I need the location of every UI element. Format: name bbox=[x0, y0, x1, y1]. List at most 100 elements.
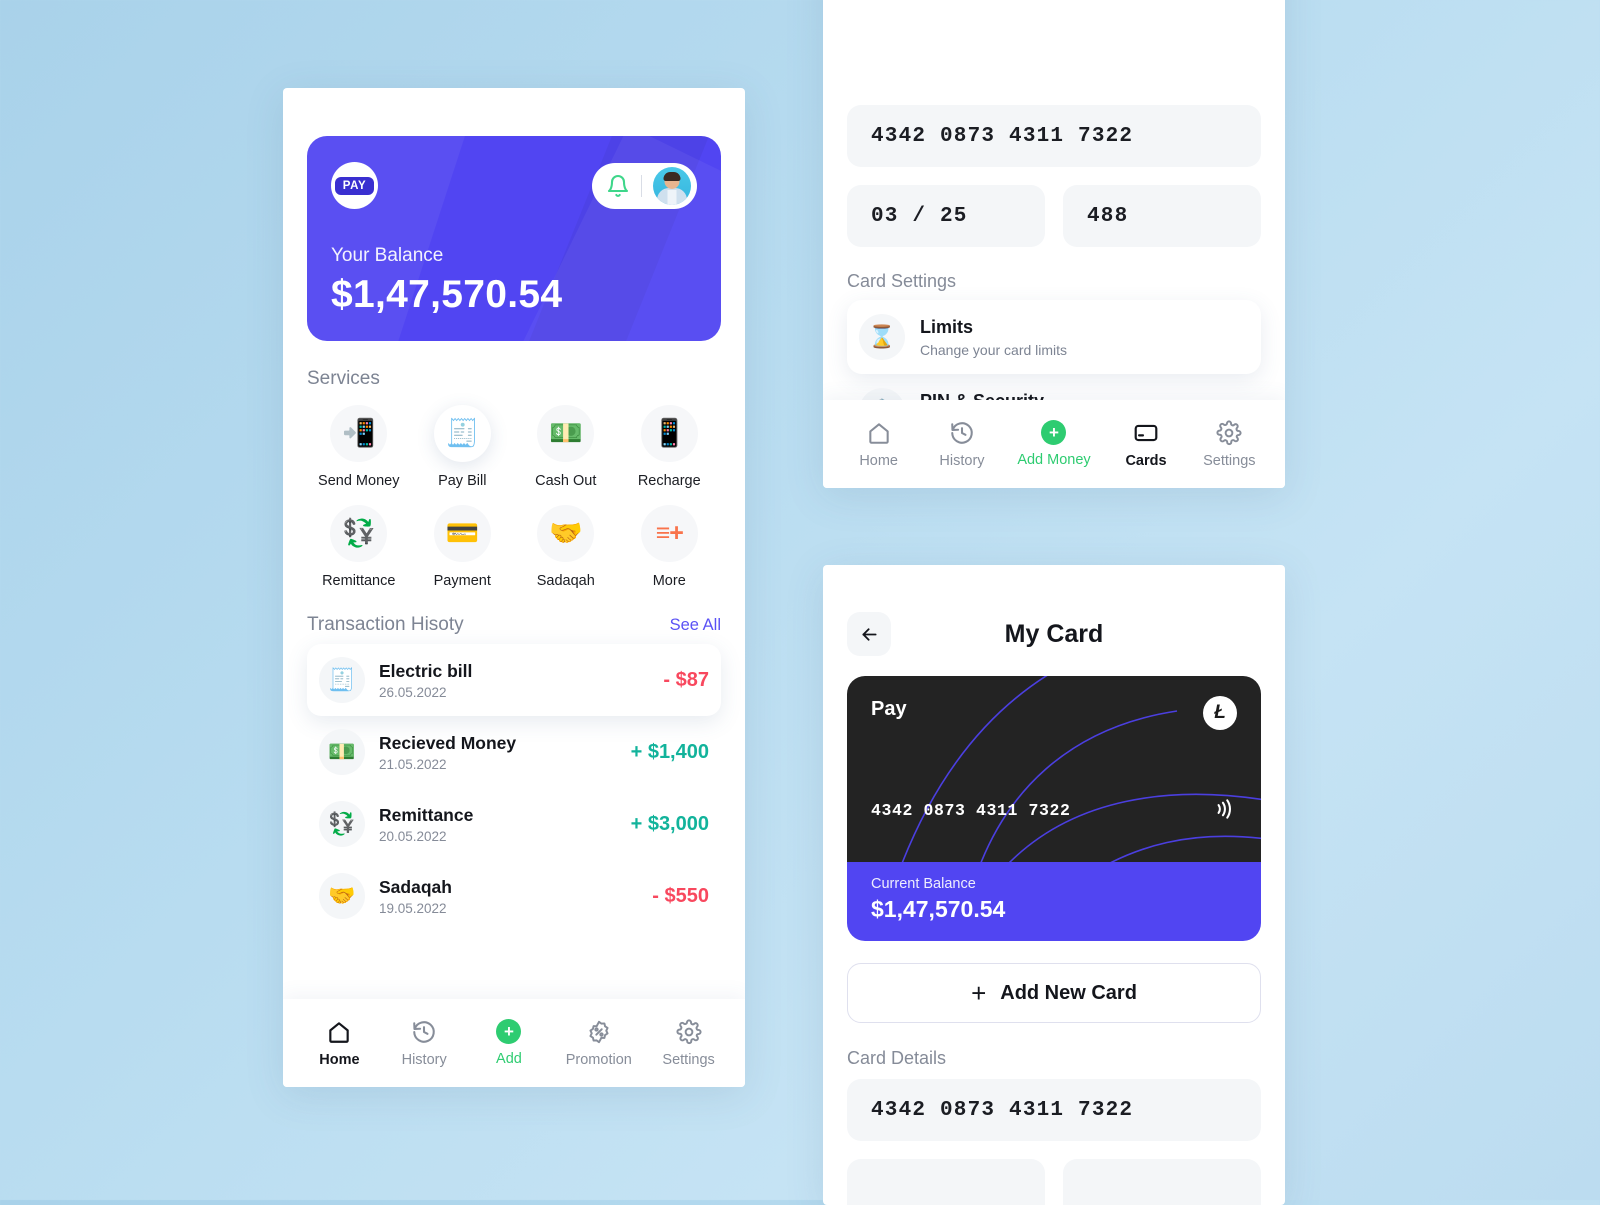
add-new-card-button[interactable]: + Add New Card bbox=[847, 963, 1261, 1023]
card-settings-panel: 4342 0873 4311 7322 03 / 25 488 Card Set… bbox=[823, 0, 1285, 488]
transaction-date: 26.05.2022 bbox=[379, 684, 447, 700]
table-row[interactable]: 💵 Recieved Money 21.05.2022 + $1,400 bbox=[307, 716, 721, 788]
recharge-icon: 📱 bbox=[640, 405, 698, 462]
sadaqah-icon: 🤝 bbox=[319, 873, 365, 919]
nav-label: History bbox=[401, 1051, 447, 1068]
home-icon bbox=[326, 1019, 352, 1045]
services-grid: 📲 Send Money 🧾 Pay Bill 💵 Cash Out 📱 Rec… bbox=[307, 405, 721, 589]
card-icon bbox=[1133, 420, 1159, 446]
cash-out-icon: 💵 bbox=[537, 405, 595, 462]
see-all-link[interactable]: See All bbox=[670, 616, 721, 635]
table-row[interactable]: 🤝 Sadaqah 19.05.2022 - $550 bbox=[307, 860, 721, 932]
transaction-name: Sadaqah bbox=[379, 876, 452, 897]
plus-icon: + bbox=[971, 978, 987, 1008]
service-label: More bbox=[652, 573, 686, 589]
service-more[interactable]: ≡+ More bbox=[618, 505, 722, 589]
service-pay-bill[interactable]: 🧾 Pay Bill bbox=[411, 405, 515, 489]
service-label: Pay Bill bbox=[438, 473, 487, 489]
nav-item-promotion[interactable]: Promotion bbox=[566, 1019, 632, 1068]
service-label: Sadaqah bbox=[536, 573, 595, 589]
transaction-history-title: Transaction Hisoty bbox=[307, 614, 464, 635]
service-remittance[interactable]: 💱 Remittance bbox=[307, 505, 411, 589]
remittance-icon: 💱 bbox=[330, 505, 388, 562]
pay-logo: PAY bbox=[331, 162, 378, 209]
card-logo-icon: Ł bbox=[1203, 696, 1237, 730]
pay-bill-icon: 🧾 bbox=[433, 405, 491, 462]
card-expiry-field[interactable] bbox=[847, 1159, 1045, 1205]
table-row[interactable]: 💱 Remittance 20.05.2022 + $3,000 bbox=[307, 788, 721, 860]
my-card-panel: My Card Pay Ł 4342 0873 4311 7322 Curren… bbox=[823, 565, 1285, 1205]
service-recharge[interactable]: 📱 Recharge bbox=[618, 405, 722, 489]
nav-item-cards[interactable]: Cards bbox=[1118, 420, 1174, 469]
card-expiry-field[interactable]: 03 / 25 bbox=[847, 185, 1045, 247]
nav-label: Add Money bbox=[1017, 452, 1091, 468]
card-number-field[interactable]: 4342 0873 4311 7322 bbox=[847, 1079, 1261, 1141]
contactless-icon bbox=[1211, 796, 1237, 826]
pay-logo-label: PAY bbox=[334, 176, 375, 195]
nav-item-add-money[interactable]: + Add Money bbox=[1017, 420, 1091, 468]
nav-label: Home bbox=[319, 1051, 360, 1068]
card-cvv-field[interactable] bbox=[1063, 1159, 1261, 1205]
nav-item-history[interactable]: History bbox=[396, 1019, 452, 1068]
transaction-list: 🧾 Electric bill 26.05.2022 - $87 💵 Recie… bbox=[307, 644, 721, 932]
nav-label: Cards bbox=[1125, 452, 1167, 469]
service-label: Send Money bbox=[318, 473, 400, 489]
service-label: Recharge bbox=[637, 473, 701, 489]
page-title: My Card bbox=[1004, 619, 1104, 648]
nav-item-home[interactable]: Home bbox=[311, 1019, 367, 1068]
table-row[interactable]: 🧾 Electric bill 26.05.2022 - $87 bbox=[307, 644, 721, 716]
transaction-amount: - $550 bbox=[652, 884, 709, 907]
bell-icon[interactable] bbox=[606, 174, 630, 198]
service-label: Remittance bbox=[322, 573, 396, 589]
settings-item-title: Limits bbox=[920, 316, 974, 337]
gear-icon bbox=[676, 1018, 702, 1045]
back-arrow-icon bbox=[861, 627, 877, 641]
more-glyph: ≡+ bbox=[655, 519, 684, 547]
card-actions-group bbox=[592, 162, 697, 209]
card-brand-label: Pay bbox=[871, 698, 907, 720]
service-cash-out[interactable]: 💵 Cash Out bbox=[514, 405, 618, 489]
nav-item-history[interactable]: History bbox=[934, 420, 990, 469]
nav-label: Promotion bbox=[565, 1051, 632, 1068]
service-label: Cash Out bbox=[535, 473, 597, 489]
service-label: Payment bbox=[433, 573, 491, 589]
history-icon bbox=[949, 420, 975, 446]
card-balance-label: Current Balance bbox=[871, 876, 976, 892]
transaction-name: Electric bill bbox=[379, 660, 473, 681]
history-icon bbox=[411, 1019, 437, 1045]
home-icon bbox=[866, 420, 892, 446]
nav-label: Home bbox=[859, 452, 898, 469]
avatar[interactable] bbox=[653, 166, 691, 205]
plus-icon: + bbox=[1041, 420, 1067, 445]
nav-item-home[interactable]: Home bbox=[851, 420, 907, 469]
sadaqah-icon: 🤝 bbox=[537, 505, 595, 562]
transaction-name: Recieved Money bbox=[379, 732, 517, 753]
nav-label: Add bbox=[496, 1051, 522, 1067]
services-title: Services bbox=[307, 368, 380, 389]
settings-item-limits[interactable]: ⌛ Limits Change your card limits bbox=[847, 300, 1261, 374]
more-icon: ≡+ bbox=[640, 505, 698, 562]
nav-label: Settings bbox=[1203, 452, 1256, 469]
balance-label: Your Balance bbox=[331, 245, 444, 266]
card-settings-label: Card Settings bbox=[847, 271, 957, 291]
settings-item-subtitle: Change your card limits bbox=[920, 341, 1068, 358]
card-number-field[interactable]: 4342 0873 4311 7322 bbox=[847, 105, 1261, 167]
back-button[interactable] bbox=[847, 612, 891, 656]
nav-label: Settings bbox=[662, 1051, 715, 1068]
hourglass-icon: ⌛ bbox=[859, 314, 905, 360]
balance-card: PAY Your Balance $1,47,570.54 bbox=[307, 136, 721, 341]
bill-icon: 🧾 bbox=[319, 657, 365, 703]
credit-card[interactable]: Pay Ł 4342 0873 4311 7322 Current Balanc… bbox=[847, 676, 1261, 941]
nav-item-settings[interactable]: Settings bbox=[1201, 419, 1257, 469]
card-details-label: Card Details bbox=[847, 1048, 947, 1068]
service-sadaqah[interactable]: 🤝 Sadaqah bbox=[514, 505, 618, 589]
cash-out-icon: 💵 bbox=[319, 729, 365, 775]
transaction-amount: + $1,400 bbox=[630, 740, 709, 763]
card-cvv-field[interactable]: 488 bbox=[1063, 185, 1261, 247]
transaction-date: 19.05.2022 bbox=[379, 900, 447, 916]
service-send-money[interactable]: 📲 Send Money bbox=[307, 405, 411, 489]
nav-item-settings[interactable]: Settings bbox=[661, 1018, 717, 1068]
service-payment[interactable]: 💳 Payment bbox=[411, 505, 515, 589]
home-screen-panel: PAY Your Balance $1,47,570.54 Services 📲… bbox=[283, 88, 745, 1087]
nav-item-add[interactable]: + Add bbox=[481, 1019, 537, 1067]
